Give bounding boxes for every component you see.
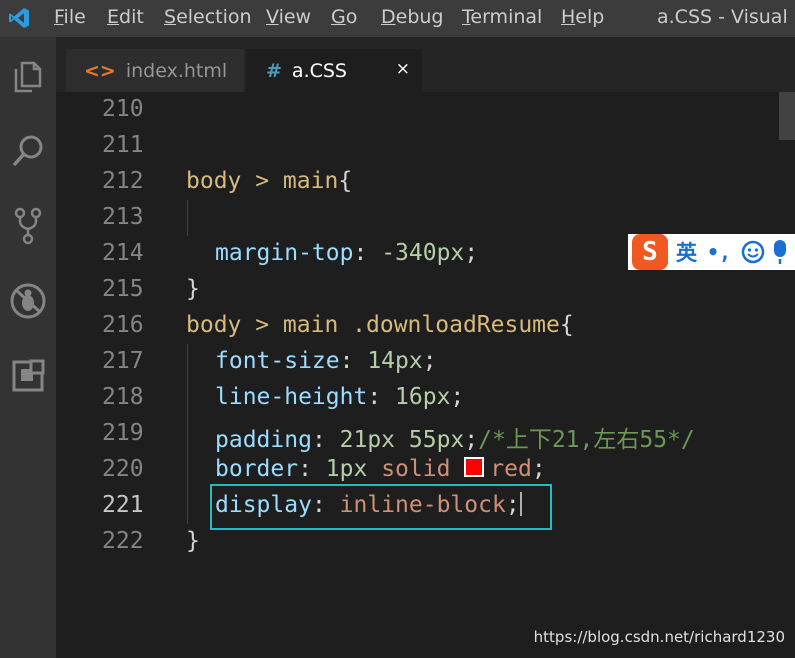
tab-index-html[interactable]: <> index.html bbox=[66, 49, 244, 92]
menu-file[interactable]: File bbox=[54, 6, 86, 28]
css-file-icon: # bbox=[266, 59, 282, 82]
tab-bar: <> index.html # a.CSS × bbox=[56, 37, 795, 92]
ime-punctuation[interactable]: •, bbox=[707, 240, 731, 264]
menu-terminal[interactable]: Terminal bbox=[462, 6, 542, 28]
line-number: 211 bbox=[102, 132, 144, 158]
menu-selection[interactable]: Selection bbox=[164, 6, 252, 28]
code-line: body > main .downloadResume{ bbox=[186, 312, 574, 338]
vscode-logo-icon[interactable] bbox=[7, 6, 31, 30]
menu-help[interactable]: Help bbox=[561, 6, 604, 28]
ime-toolbar[interactable]: S 英 •, bbox=[628, 234, 795, 270]
source-control-icon[interactable] bbox=[6, 204, 50, 248]
sogou-logo-icon[interactable]: S bbox=[632, 234, 668, 270]
activity-bar bbox=[0, 37, 56, 658]
menu-view[interactable]: View bbox=[266, 6, 311, 28]
close-icon[interactable]: × bbox=[396, 59, 410, 79]
code-comment: /*上下21,左右55*/ bbox=[478, 427, 695, 453]
code-line: padding: 21px 55px;/*上下21,左右55*/ bbox=[215, 427, 695, 453]
microphone-icon[interactable] bbox=[773, 239, 787, 265]
line-number: 218 bbox=[102, 384, 144, 410]
extensions-icon[interactable] bbox=[6, 354, 50, 398]
code-line: border: 1px solid red; bbox=[215, 456, 546, 482]
scrollbar-thumb[interactable] bbox=[779, 92, 795, 140]
window-title: a.CSS - Visual Stu bbox=[657, 6, 795, 28]
line-number-active: 221 bbox=[102, 492, 144, 518]
html-file-icon: <> bbox=[84, 59, 116, 82]
code-line: body > main{ bbox=[186, 168, 353, 194]
highlight-box bbox=[210, 484, 552, 530]
code-line: } bbox=[186, 276, 200, 302]
line-number: 210 bbox=[102, 96, 144, 122]
title-bar: File Edit Selection View Go Debug Termin… bbox=[0, 0, 795, 37]
tab-a-css[interactable]: # a.CSS × bbox=[246, 49, 422, 92]
code-line: font-size: 14px; bbox=[215, 348, 437, 374]
ime-mode[interactable]: 英 bbox=[676, 237, 697, 267]
menu-go[interactable]: Go bbox=[331, 6, 357, 28]
line-number: 214 bbox=[102, 240, 144, 266]
watermark: https://blog.csdn.net/richard1230 bbox=[533, 628, 785, 646]
menu-edit[interactable]: Edit bbox=[107, 6, 144, 28]
code-line: margin-top: -340px; bbox=[215, 240, 479, 266]
search-icon[interactable] bbox=[6, 129, 50, 173]
tab-label: index.html bbox=[125, 59, 228, 82]
color-swatch[interactable] bbox=[464, 457, 485, 477]
line-number: 219 bbox=[102, 420, 144, 446]
menu-debug[interactable]: Debug bbox=[381, 6, 444, 28]
emoji-icon[interactable] bbox=[741, 240, 765, 264]
debug-icon[interactable] bbox=[6, 279, 50, 323]
code-line: line-height: 16px; bbox=[215, 384, 465, 410]
line-number: 220 bbox=[102, 456, 144, 482]
code-editor[interactable]: 210 211 212 213 214 215 216 217 218 219 … bbox=[56, 92, 795, 658]
explorer-icon[interactable] bbox=[6, 55, 50, 99]
code-line: } bbox=[186, 528, 200, 554]
line-number: 213 bbox=[102, 204, 144, 230]
tab-label: a.CSS bbox=[291, 59, 347, 82]
line-number: 217 bbox=[102, 348, 144, 374]
